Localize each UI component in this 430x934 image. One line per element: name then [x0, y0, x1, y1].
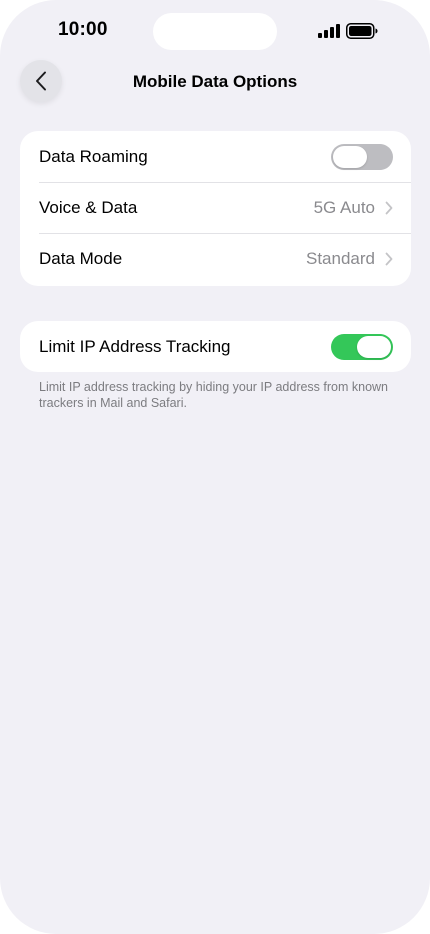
dynamic-island: [153, 13, 277, 50]
data-mode-label: Data Mode: [39, 248, 123, 268]
data-mode-value: Standard: [306, 248, 375, 268]
phone-screen: 10:00 Mobile Data Options Data Roaming V…: [0, 0, 430, 934]
voice-and-data-value: 5G Auto: [313, 197, 375, 217]
chevron-right-icon: [385, 201, 393, 214]
cellular-signal-icon: [318, 24, 340, 38]
status-time: 10:00: [58, 19, 108, 40]
battery-full-icon: [346, 23, 378, 39]
data-roaming-row: Data Roaming: [20, 131, 411, 182]
limit-ip-tracking-label: Limit IP Address Tracking: [39, 336, 231, 356]
settings-group-privacy: Limit IP Address Tracking: [20, 321, 411, 372]
voice-and-data-label: Voice & Data: [39, 197, 138, 217]
limit-ip-tracking-row: Limit IP Address Tracking: [20, 321, 411, 372]
chevron-right-icon: [385, 252, 393, 265]
settings-group-mobile-data: Data Roaming Voice & Data 5G Auto Data M…: [20, 131, 411, 286]
toggle-knob: [357, 335, 391, 358]
data-roaming-toggle[interactable]: [331, 143, 393, 170]
page-title: Mobile Data Options: [132, 72, 298, 91]
voice-and-data-row[interactable]: Voice & Data 5G Auto: [20, 182, 411, 233]
limit-ip-tracking-footer: Limit IP address tracking by hiding your…: [39, 380, 389, 410]
data-roaming-label: Data Roaming: [39, 146, 148, 166]
toggle-knob: [333, 145, 367, 168]
limit-ip-tracking-toggle[interactable]: [331, 333, 393, 360]
data-mode-row[interactable]: Data Mode Standard: [20, 233, 411, 284]
